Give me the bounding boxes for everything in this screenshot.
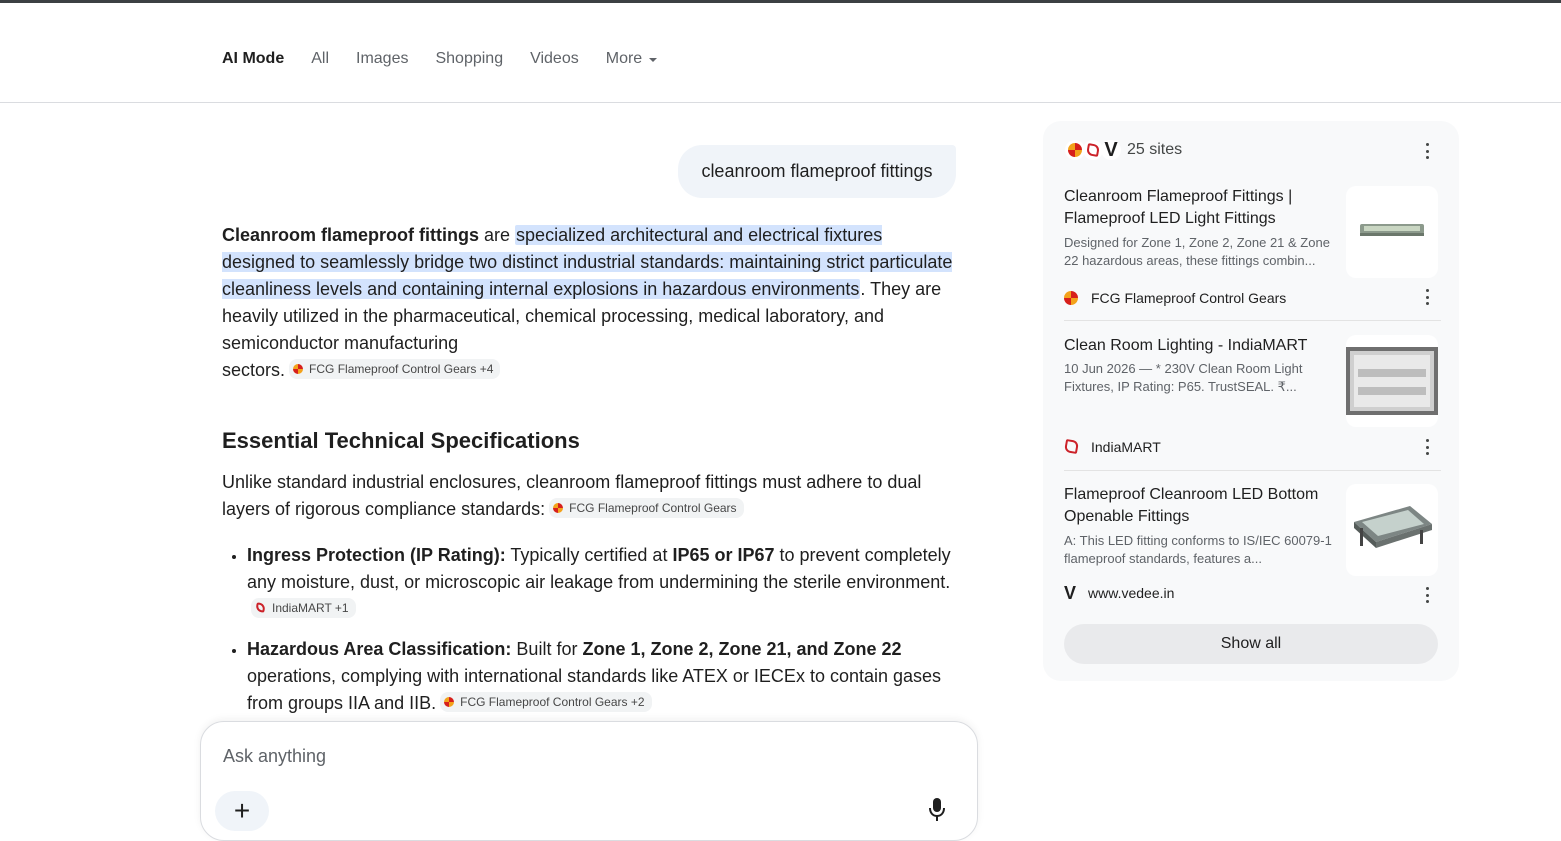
tab-label: Videos — [530, 50, 579, 67]
answer-term: Cleanroom flameproof fittings — [222, 225, 480, 245]
fcg-logo-icon — [293, 364, 304, 374]
source-site: IndiaMART — [1064, 439, 1161, 455]
tab-videos[interactable]: Videos — [530, 50, 579, 68]
bullet-label: Ingress Protection (IP Rating): — [247, 545, 506, 565]
caret-down-icon — [649, 57, 658, 62]
clean-room-light-image — [1346, 347, 1438, 415]
more-options-icon[interactable] — [1425, 143, 1429, 159]
fcg-logo-icon — [553, 503, 564, 513]
source-thumbnail[interactable] — [1346, 335, 1438, 427]
indiamart-logo-icon — [1086, 143, 1100, 157]
answer-intro: Cleanroom flameproof fittings are specia… — [222, 222, 957, 384]
more-options-icon[interactable] — [1425, 587, 1429, 603]
answer-text: Built for — [511, 639, 583, 659]
list-item: Hazardous Area Classification: Built for… — [247, 636, 957, 717]
microphone-icon[interactable] — [928, 797, 946, 823]
led-fitting-image — [1354, 506, 1432, 548]
tab-label: More — [605, 50, 643, 67]
vedee-logo-icon: V — [1064, 582, 1077, 603]
citation-label: FCG Flameproof Control Gears +2 — [460, 695, 645, 709]
more-options-icon[interactable] — [1425, 439, 1429, 455]
tab-images[interactable]: Images — [356, 50, 408, 68]
tab-ai-mode[interactable]: AI Mode — [222, 50, 284, 68]
citation-chip[interactable]: IndiaMART +1 — [251, 597, 356, 618]
answer-bold: Zone 1, Zone 2, Zone 21, and Zone 22 — [582, 639, 902, 659]
source-site-name: www.vedee.in — [1088, 585, 1175, 601]
indiamart-logo-icon — [255, 602, 266, 613]
top-border — [0, 0, 1561, 3]
ask-input[interactable]: Ask anything — [223, 746, 326, 767]
fcg-logo-icon — [1064, 291, 1078, 305]
citation-chip[interactable]: FCG Flameproof Control Gears +2 — [440, 692, 652, 712]
citation-chip[interactable]: FCG Flameproof Control Gears +4 — [289, 359, 501, 379]
answer-bold: IP65 or IP67 — [672, 545, 775, 565]
tab-shopping[interactable]: Shopping — [435, 50, 503, 68]
ask-box[interactable]: Ask anything + — [200, 721, 978, 841]
source-thumbnail[interactable] — [1346, 484, 1438, 576]
tab-label: Shopping — [435, 50, 504, 67]
source-title[interactable]: Cleanroom Flameproof Fittings | Flamepro… — [1064, 186, 1326, 230]
section-lead: Unlike standard industrial enclosures, c… — [222, 469, 957, 523]
citation-label: FCG Flameproof Control Gears — [569, 501, 737, 515]
answer-text: are — [479, 225, 516, 245]
tab-label: All — [311, 50, 329, 67]
separator — [1064, 320, 1441, 321]
tab-label: AI Mode — [222, 50, 285, 67]
user-query-bubble: cleanroom flameproof fittings — [678, 145, 956, 198]
sources-panel: V 25 sites Cleanroom Flameproof Fittings… — [1043, 121, 1459, 681]
plus-icon: + — [233, 795, 251, 826]
source-thumbnail[interactable] — [1346, 186, 1438, 278]
header-divider — [0, 102, 1561, 103]
light-fitting-image — [1360, 224, 1424, 236]
source-title[interactable]: Flameproof Cleanroom LED Bottom Openable… — [1064, 484, 1326, 528]
tab-more[interactable]: More — [605, 50, 658, 68]
show-all-button[interactable]: Show all — [1064, 624, 1438, 664]
list-item: Ingress Protection (IP Rating): Typicall… — [247, 542, 957, 623]
user-query-text: cleanroom flameproof fittings — [701, 161, 933, 181]
source-favicons: V — [1065, 139, 1121, 161]
source-snippet: A: This LED fitting conforms to IS/IEC 6… — [1064, 533, 1332, 566]
source-title[interactable]: Clean Room Lighting - IndiaMART — [1064, 335, 1326, 357]
citation-label: FCG Flameproof Control Gears +4 — [309, 362, 494, 376]
tab-label: Images — [356, 50, 409, 67]
fcg-logo-icon — [1068, 143, 1082, 157]
source-site-name: IndiaMART — [1091, 439, 1161, 455]
more-options-icon[interactable] — [1425, 289, 1429, 305]
fcg-logo-icon — [444, 697, 455, 707]
sites-count: 25 sites — [1127, 141, 1183, 158]
source-site-name: FCG Flameproof Control Gears — [1091, 290, 1287, 306]
citation-label: IndiaMART +1 — [272, 600, 349, 615]
source-snippet: 10 Jun 2026 — * 230V Clean Room Light Fi… — [1064, 361, 1303, 394]
ai-answer: Cleanroom flameproof fittings are specia… — [222, 222, 957, 730]
source-site: Vwww.vedee.in — [1064, 582, 1175, 603]
answer-text: sectors. — [222, 360, 286, 380]
vedee-logo-icon: V — [1104, 139, 1118, 161]
source-site: FCG Flameproof Control Gears — [1064, 290, 1286, 306]
source-snippet: Designed for Zone 1, Zone 2, Zone 21 & Z… — [1064, 235, 1330, 268]
sources-header[interactable]: V 25 sites — [1065, 140, 1182, 160]
show-all-label: Show all — [1220, 635, 1282, 652]
add-button[interactable]: + — [215, 791, 269, 831]
indiamart-logo-icon — [1064, 439, 1080, 455]
bullet-label: Hazardous Area Classification: — [247, 639, 512, 659]
spec-list: Ingress Protection (IP Rating): Typicall… — [222, 542, 957, 717]
search-tabs: AI Mode All Images Shopping Videos More — [222, 48, 684, 70]
citation-chip[interactable]: FCG Flameproof Control Gears — [549, 498, 744, 518]
tab-all[interactable]: All — [311, 50, 329, 68]
answer-text: Typically certified at — [505, 545, 673, 565]
separator — [1064, 470, 1441, 471]
section-heading: Essential Technical Specifications — [222, 428, 580, 453]
